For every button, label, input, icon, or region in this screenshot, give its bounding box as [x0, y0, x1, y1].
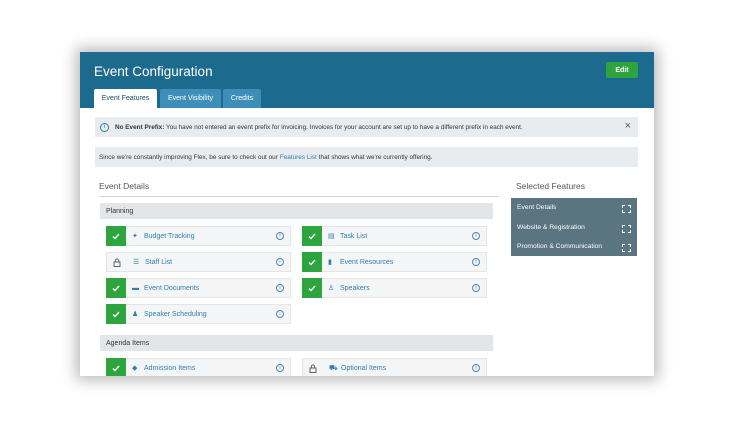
resources-icon: ▮	[328, 259, 332, 266]
focus-icon[interactable]	[622, 205, 631, 213]
tab-credits[interactable]: Credits	[223, 89, 261, 108]
staff-icon: ☰	[133, 259, 140, 266]
info-icon: i	[100, 122, 109, 132]
feature-speakers[interactable]: ♙ Speakers i	[302, 278, 487, 298]
info-icon[interactable]: i	[276, 232, 284, 240]
info-icon[interactable]: i	[276, 310, 284, 318]
tab-event-visibility[interactable]: Event Visibility	[160, 89, 221, 108]
notice-bold: No Event Prefix:	[115, 123, 165, 131]
optional-items-icon: ⛟	[329, 364, 338, 372]
selected-feature-website-registration[interactable]: Website & Registration	[517, 224, 585, 231]
feature-label[interactable]: Budget Tracking	[144, 233, 276, 240]
tab-event-features[interactable]: Event Features	[94, 89, 157, 108]
no-event-prefix-notice: i No Event Prefix: You have not entered …	[95, 117, 638, 137]
event-configuration-window: Event Configuration Edit Event Features …	[80, 52, 654, 376]
feature-label[interactable]: Admission Items	[144, 365, 276, 372]
check-icon[interactable]	[302, 252, 322, 272]
info-icon[interactable]: i	[472, 258, 480, 266]
feature-speaker-scheduling[interactable]: ♟ Speaker Scheduling i	[106, 304, 291, 324]
group-header-planning: Planning	[100, 203, 493, 219]
notice-message: You have not entered an event prefix for…	[164, 123, 523, 131]
info-icon[interactable]: i	[472, 284, 480, 292]
features-list-link[interactable]: Features List	[280, 154, 317, 161]
section-divider	[99, 196, 499, 197]
edit-button[interactable]: Edit	[606, 62, 638, 78]
feature-label[interactable]: Optional Items	[341, 365, 472, 372]
feature-event-documents[interactable]: ▬ Event Documents i	[106, 278, 291, 298]
selected-features-heading: Selected Features	[516, 181, 585, 191]
page-title: Event Configuration	[94, 64, 213, 79]
close-icon[interactable]: ×	[625, 121, 631, 132]
budget-icon: ✦	[132, 233, 138, 240]
info-icon[interactable]: i	[472, 364, 480, 372]
documents-icon: ▬	[132, 284, 139, 292]
group-header-agenda-items: Agenda Items	[100, 335, 493, 351]
features-list-info-bar: Since we're constantly improving Flex, b…	[95, 147, 638, 167]
lock-icon[interactable]	[107, 252, 127, 272]
lock-icon[interactable]	[303, 358, 323, 376]
feature-label[interactable]: Event Resources	[340, 259, 472, 266]
selected-feature-promotion-communication[interactable]: Promotion & Communication	[517, 243, 602, 250]
task-icon: ▤	[328, 233, 335, 240]
event-details-heading: Event Details	[99, 181, 150, 191]
speakers-icon: ♙	[328, 285, 335, 292]
admission-icon: ◆	[132, 365, 138, 372]
check-icon[interactable]	[302, 226, 322, 246]
info-bar-text-before: Since we're constantly improving Flex, b…	[99, 153, 278, 161]
speaker-scheduling-icon: ♟	[132, 311, 139, 318]
selected-features-panel: Event Details Website & Registration Pro…	[511, 198, 637, 256]
feature-label[interactable]: Event Documents	[144, 285, 276, 292]
info-bar-text-after: that shows what we're currently offering…	[318, 153, 433, 161]
header-bar: Event Configuration Edit Event Features …	[80, 52, 654, 108]
feature-event-resources[interactable]: ▮ Event Resources i	[302, 252, 487, 272]
info-icon[interactable]: i	[472, 232, 480, 240]
info-icon[interactable]: i	[276, 284, 284, 292]
focus-icon[interactable]	[622, 225, 631, 233]
selected-feature-event-details[interactable]: Event Details	[517, 204, 556, 211]
check-icon[interactable]	[302, 278, 322, 298]
check-icon[interactable]	[106, 304, 126, 324]
feature-label[interactable]: Speaker Scheduling	[144, 311, 276, 318]
info-icon[interactable]: i	[276, 364, 284, 372]
feature-optional-items[interactable]: ⛟ Optional Items i	[302, 358, 487, 376]
notice-text: No Event Prefix: You have not entered an…	[115, 124, 523, 131]
check-icon[interactable]	[106, 278, 126, 298]
feature-label[interactable]: Task List	[340, 233, 472, 240]
feature-admission-items[interactable]: ◆ Admission Items i	[106, 358, 291, 376]
check-icon[interactable]	[106, 358, 126, 376]
focus-icon[interactable]	[622, 244, 631, 252]
feature-budget-tracking[interactable]: ✦ Budget Tracking i	[106, 226, 291, 246]
feature-task-list[interactable]: ▤ Task List i	[302, 226, 487, 246]
feature-label[interactable]: Speakers	[340, 285, 472, 292]
feature-label[interactable]: Staff List	[145, 259, 276, 266]
info-icon[interactable]: i	[276, 258, 284, 266]
feature-staff-list[interactable]: ☰ Staff List i	[106, 252, 291, 272]
check-icon[interactable]	[106, 226, 126, 246]
